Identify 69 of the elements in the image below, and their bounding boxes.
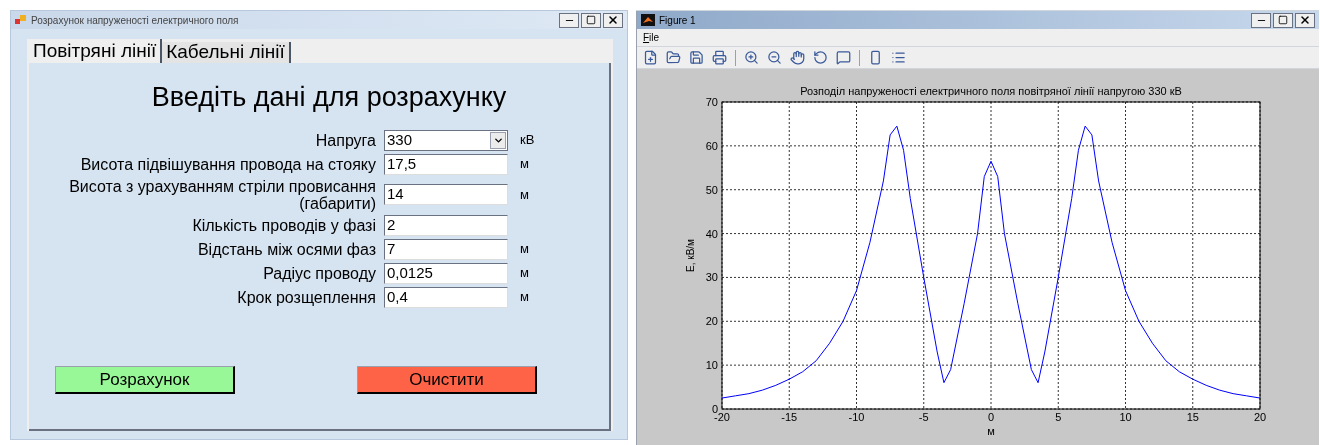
field-label: Радіус проводу [263, 264, 377, 282]
input-field[interactable]: 14 [384, 184, 508, 205]
x-tick-label: 15 [1186, 411, 1199, 423]
minimize-button[interactable] [559, 12, 579, 28]
window-title: Розрахунок напруженості електричного поля [31, 13, 239, 28]
unit-label: м [520, 185, 529, 204]
zoom-in-icon[interactable] [744, 50, 759, 65]
x-tick-label: 20 [1253, 411, 1267, 423]
chart-title: Розподіл напруженості електричного поля повітряної лінії напругою 330 кВ [800, 85, 1182, 97]
list-icon[interactable] [891, 50, 906, 65]
y-tick-label: 40 [705, 227, 718, 240]
x-tick-label: -10 [848, 411, 865, 423]
input-field[interactable]: 7 [384, 238, 508, 260]
y-tick-label: 10 [705, 359, 718, 372]
x-tick-label: 10 [1119, 411, 1132, 423]
voltage-dropdown[interactable]: 330 [384, 129, 508, 151]
maximize-button[interactable] [581, 12, 601, 28]
folder-icon[interactable] [666, 50, 681, 65]
zoom-out-icon[interactable] [767, 50, 782, 65]
minimize-button[interactable] [1251, 12, 1271, 28]
y-axis-label: E, кВ/м [685, 239, 696, 272]
unit-label: м [520, 155, 529, 174]
input-field[interactable]: 2 [384, 214, 508, 236]
x-tick-label: -15 [781, 411, 798, 423]
menu-item[interactable]: File [643, 30, 660, 45]
field-label: Крок розщеплення [237, 288, 377, 306]
maximize-icon [1278, 15, 1288, 25]
new-file-icon[interactable] [643, 50, 658, 65]
maximize-icon [586, 15, 596, 25]
y-tick-label: 60 [705, 139, 718, 152]
field-label: Напруга [315, 131, 377, 149]
input-field[interactable]: 0,4 [384, 286, 508, 308]
hand-icon[interactable] [790, 50, 805, 65]
unit-label: м [520, 240, 529, 259]
x-tick-label: 0 [987, 411, 995, 423]
field-label: Відстань між осями фаз [197, 240, 377, 258]
field-label: Висота підвішування провода на стояку [80, 155, 377, 173]
y-tick-label: 30 [705, 271, 718, 284]
field-label: Висота з урахуванням стріли провисання (габарити) [68, 177, 377, 212]
input-field[interactable]: 17,5 [384, 153, 508, 175]
rectangle-icon[interactable] [868, 50, 883, 65]
tab[interactable]: Кабельні лінії [162, 42, 291, 63]
calculate-button[interactable]: Розрахунок [55, 365, 235, 394]
y-tick-label: 70 [705, 96, 718, 108]
input-field[interactable]: 0,0125 [384, 262, 508, 284]
close-icon [1299, 14, 1311, 26]
unit-label: м [520, 264, 529, 283]
y-tick-label: 50 [705, 183, 718, 196]
close-button[interactable] [603, 12, 623, 28]
x-tick-label: 5 [1055, 411, 1062, 423]
form-heading: Введіть дані для розрахунку [150, 81, 508, 114]
close-icon [607, 14, 619, 26]
unit-label: кВ [520, 131, 535, 150]
maximize-button[interactable] [1273, 12, 1293, 28]
app-logo-icon [641, 14, 655, 26]
y-tick-label: 0 [711, 403, 718, 415]
printer-icon[interactable] [712, 50, 727, 65]
window-title: Figure 1 [659, 13, 696, 28]
field-label: Кількість проводів у фазі [192, 216, 377, 234]
save-icon[interactable] [689, 50, 704, 65]
x-axis-label: м [987, 425, 995, 437]
speech-bubble-icon[interactable] [836, 50, 851, 65]
unit-label: м [520, 288, 529, 307]
app-icon [15, 15, 27, 25]
x-tick-label: -5 [918, 411, 929, 423]
y-tick-label: 20 [705, 315, 718, 328]
rotate-icon[interactable] [813, 50, 828, 65]
close-button[interactable] [1295, 12, 1315, 28]
clear-button[interactable]: Очистити [357, 365, 537, 394]
